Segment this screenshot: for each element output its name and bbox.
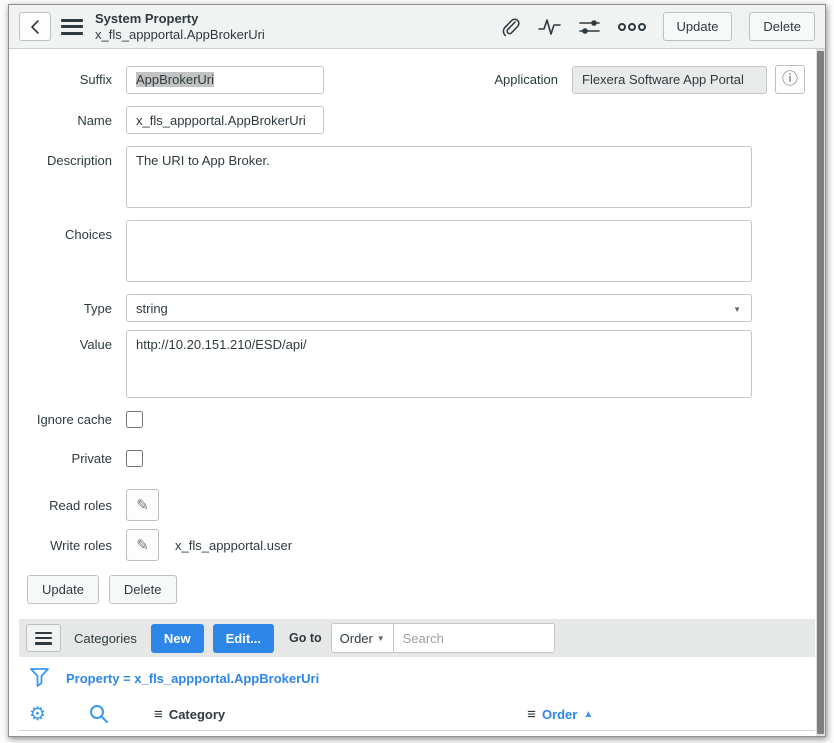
sliders-icon <box>579 17 601 37</box>
column-header-order[interactable]: ≡ Order ▲ <box>527 706 593 723</box>
activity-stream-button[interactable] <box>538 17 562 37</box>
page-title: System Property <box>95 11 265 27</box>
write-roles-value: x_fls_appportal.user <box>175 538 292 553</box>
type-select[interactable]: string ▼ <box>126 294 752 322</box>
gear-icon: ⚙ <box>29 704 46 725</box>
description-label: Description <box>9 146 126 168</box>
ignore-cache-checkbox[interactable] <box>126 411 143 428</box>
application-info-button[interactable]: ⓘ <box>775 65 805 94</box>
column-menu-icon: ≡ <box>527 706 536 723</box>
pencil-icon: ✎ <box>136 536 149 554</box>
paperclip-icon <box>500 16 521 38</box>
back-button[interactable] <box>19 12 51 41</box>
private-checkbox[interactable] <box>126 450 143 467</box>
application-field: Flexera Software App Portal <box>572 66 767 94</box>
description-textarea[interactable]: The URI to App Broker. <box>126 146 752 208</box>
form-context-menu-icon[interactable] <box>61 19 83 35</box>
list-search-toggle-button[interactable] <box>88 703 110 725</box>
list-filter-row: Property = x_fls_appportal.AppBrokerUri <box>19 657 815 698</box>
page-subtitle: x_fls_appportal.AppBrokerUri <box>95 27 265 43</box>
list-personalize-button[interactable]: ⚙ <box>29 705 46 724</box>
sort-ascending-icon: ▲ <box>583 709 593 720</box>
scrollbar-thumb[interactable] <box>817 51 824 734</box>
goto-field-select[interactable]: Order ▼ <box>332 624 394 652</box>
read-roles-edit-button[interactable]: ✎ <box>126 489 159 521</box>
edit-button[interactable]: Edit... <box>213 624 274 653</box>
name-input[interactable]: x_fls_appportal.AppBrokerUri <box>126 106 324 134</box>
update-button-header[interactable]: Update <box>663 12 733 41</box>
choices-textarea[interactable] <box>126 220 752 282</box>
pulse-icon <box>538 17 562 37</box>
name-label: Name <box>9 113 126 128</box>
goto-label: Go to <box>289 631 322 645</box>
chevron-down-icon: ▼ <box>377 634 385 643</box>
more-options-button[interactable] <box>618 22 646 32</box>
choices-label: Choices <box>9 220 126 242</box>
ignore-cache-label: Ignore cache <box>9 412 126 427</box>
read-roles-label: Read roles <box>9 498 126 513</box>
column-label: Category <box>169 707 225 722</box>
pencil-icon: ✎ <box>136 496 149 514</box>
private-label: Private <box>9 451 126 466</box>
update-button-footer[interactable]: Update <box>27 575 99 604</box>
delete-button-footer[interactable]: Delete <box>109 575 177 604</box>
goto-field-value: Order <box>340 631 373 646</box>
delete-button-header[interactable]: Delete <box>749 12 815 41</box>
write-roles-edit-button[interactable]: ✎ <box>126 529 159 561</box>
value-textarea[interactable]: http://10.20.151.210/ESD/api/ <box>126 330 752 398</box>
more-options-icon <box>618 22 646 32</box>
chevron-left-icon <box>28 19 42 35</box>
related-list-toolbar: Categories New Edit... Go to Order ▼ <box>19 619 815 657</box>
filter-funnel-icon[interactable] <box>29 666 50 690</box>
categories-related-list: Categories New Edit... Go to Order ▼ Pro… <box>19 619 815 731</box>
suffix-label: Suffix <box>9 72 126 87</box>
application-label: Application <box>494 72 572 87</box>
new-button[interactable]: New <box>151 624 204 653</box>
personalize-form-button[interactable] <box>579 17 601 37</box>
related-list-title: Categories <box>74 631 137 646</box>
app-window: System Property x_fls_appportal.AppBroke… <box>8 4 826 737</box>
search-icon <box>88 703 110 725</box>
info-icon: ⓘ <box>782 72 798 88</box>
column-label: Order <box>542 707 577 722</box>
list-search-input[interactable] <box>394 624 554 652</box>
record-form: Suffix AppBrokerUri Application Flexera … <box>9 49 825 604</box>
suffix-value: AppBrokerUri <box>136 72 214 87</box>
vertical-scrollbar <box>816 49 825 736</box>
column-header-category[interactable]: ≡ Category <box>154 706 225 723</box>
column-menu-icon: ≡ <box>154 706 163 723</box>
suffix-input[interactable]: AppBrokerUri <box>126 66 324 94</box>
goto-search-group: Order ▼ <box>331 623 555 653</box>
record-title: System Property x_fls_appportal.AppBroke… <box>95 11 265 42</box>
filter-breadcrumb-link[interactable]: Property = x_fls_appportal.AppBrokerUri <box>66 671 319 686</box>
form-header: System Property x_fls_appportal.AppBroke… <box>9 5 825 49</box>
list-context-menu-button[interactable] <box>26 624 61 652</box>
write-roles-label: Write roles <box>9 538 126 553</box>
attachment-button[interactable] <box>500 16 521 38</box>
type-label: Type <box>9 301 126 316</box>
menu-icon <box>35 632 52 645</box>
value-label: Value <box>9 330 126 352</box>
type-value: string <box>136 301 168 316</box>
chevron-down-icon: ▼ <box>733 305 741 314</box>
name-value: x_fls_appportal.AppBrokerUri <box>136 113 306 128</box>
list-column-headers: ⚙ ≡ Category ≡ Order ▲ <box>19 698 815 731</box>
